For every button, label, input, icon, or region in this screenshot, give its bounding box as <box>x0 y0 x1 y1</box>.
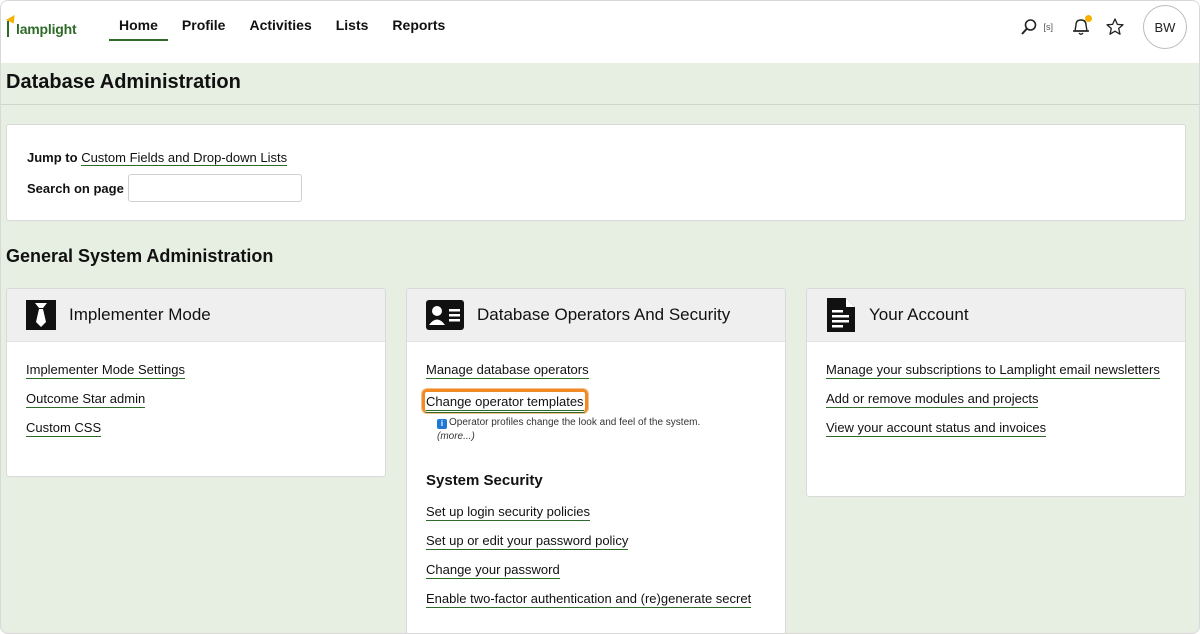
link-account-status-invoices[interactable]: View your account status and invoices <box>826 418 1166 437</box>
system-security-heading: System Security <box>426 472 543 489</box>
document-icon <box>825 298 857 332</box>
nav-lists[interactable]: Lists <box>326 1 379 41</box>
link-change-password[interactable]: Change your password <box>426 560 766 579</box>
your-account-card: Your Account Manage your subscriptions t… <box>806 288 1186 497</box>
main-nav: Home Profile Activities Lists Reports <box>109 1 459 41</box>
search-icon <box>1017 15 1041 39</box>
star-icon <box>1106 18 1124 35</box>
notifications-button[interactable] <box>1069 15 1093 39</box>
tie-icon <box>25 299 57 331</box>
card-title: Database Operators And Security <box>477 305 731 324</box>
lamp-logo-icon <box>5 14 19 37</box>
card-header: Your Account <box>807 289 1185 342</box>
implementer-mode-card: Implementer Mode Implementer Mode Settin… <box>6 288 386 477</box>
link-login-security-policies[interactable]: Set up login security policies <box>426 502 766 521</box>
link-two-factor-authentication[interactable]: Enable two-factor authentication and (re… <box>426 589 766 608</box>
jump-card: Jump to Custom Fields and Drop-down List… <box>6 124 1186 221</box>
database-operators-card: Database Operators And Security Manage d… <box>406 288 786 633</box>
favourites-button[interactable] <box>1103 15 1127 39</box>
jump-link-custom-fields[interactable]: Custom Fields and Drop-down Lists <box>81 150 288 166</box>
page-title: Database Administration <box>6 71 241 93</box>
nav-activities[interactable]: Activities <box>239 1 321 41</box>
jump-label: Jump to <box>27 150 78 165</box>
search-button[interactable]: [s] <box>1017 15 1053 39</box>
jump-row: Jump to Custom Fields and Drop-down List… <box>27 150 288 166</box>
link-manage-database-operators[interactable]: Manage database operators <box>426 360 766 379</box>
link-change-operator-templates[interactable]: Change operator templates <box>422 389 766 413</box>
operator-profiles-info: i Operator profiles change the look and f… <box>437 416 766 444</box>
link-password-policy[interactable]: Set up or edit your password policy <box>426 531 766 550</box>
info-text: Operator profiles change the look and fe… <box>449 417 701 428</box>
link-custom-css[interactable]: Custom CSS <box>26 418 366 437</box>
id-card-icon <box>425 299 465 331</box>
card-body: Manage your subscriptions to Lamplight e… <box>807 342 1185 459</box>
link-implementer-mode-settings[interactable]: Implementer Mode Settings <box>26 360 366 379</box>
card-title: Your Account <box>869 305 969 324</box>
nav-profile[interactable]: Profile <box>172 1 236 41</box>
nav-home[interactable]: Home <box>109 1 168 41</box>
logo-text: lamplight <box>16 21 77 37</box>
info-icon: i <box>437 419 447 429</box>
avatar[interactable]: BW <box>1143 5 1187 49</box>
nav-reports[interactable]: Reports <box>382 1 455 41</box>
more-link[interactable]: (more...) <box>437 431 475 442</box>
link-manage-subscriptions[interactable]: Manage your subscriptions to Lamplight e… <box>826 360 1166 379</box>
card-header: Implementer Mode <box>7 289 385 342</box>
search-on-page-input[interactable] <box>127 174 302 202</box>
app-window: lamplight Home Profile Activities Lists … <box>0 0 1200 634</box>
card-title: Implementer Mode <box>69 305 211 324</box>
title-divider <box>1 104 1199 105</box>
top-icons: [s] BW <box>1017 5 1187 49</box>
search-row: Search on page <box>27 174 302 202</box>
card-body: Manage database operators Change operato… <box>407 342 785 630</box>
notification-dot <box>1085 15 1092 22</box>
top-navigation-bar: lamplight Home Profile Activities Lists … <box>1 1 1199 63</box>
link-outcome-star-admin[interactable]: Outcome Star admin <box>26 389 366 408</box>
highlighted-link-box: Change operator templates <box>422 389 588 413</box>
search-shortcut-hint: [s] <box>1043 22 1053 32</box>
card-body: Implementer Mode Settings Outcome Star a… <box>7 342 385 459</box>
lamplight-logo[interactable]: lamplight <box>5 14 77 37</box>
link-add-remove-modules[interactable]: Add or remove modules and projects <box>826 389 1166 408</box>
search-label: Search on page <box>27 180 124 196</box>
section-title: General System Administration <box>6 246 274 266</box>
card-header: Database Operators And Security <box>407 289 785 342</box>
